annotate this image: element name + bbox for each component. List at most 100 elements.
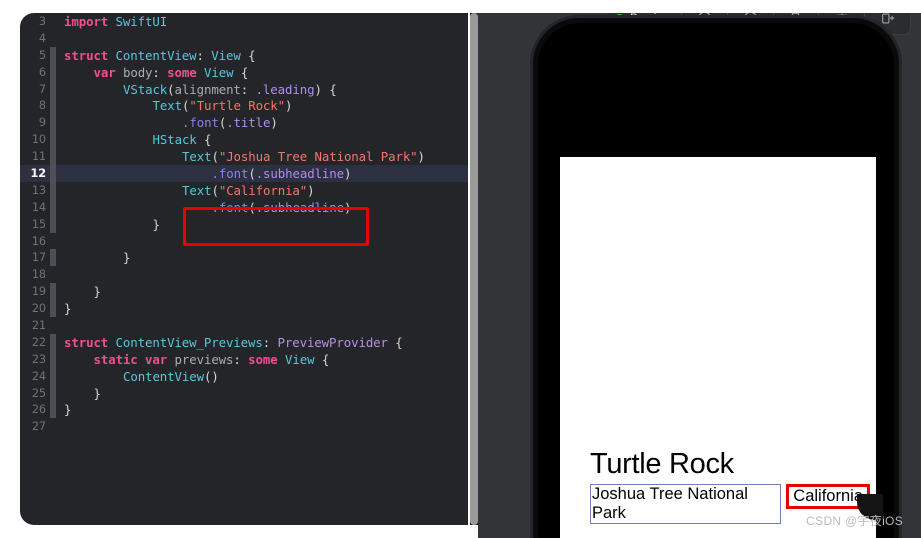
code-fold-ribbon[interactable] bbox=[50, 63, 56, 81]
line-number: 9 bbox=[38, 116, 46, 130]
code-line-text: VStack(alignment: .leading) { bbox=[123, 81, 337, 97]
code-fold-ribbon[interactable] bbox=[50, 350, 56, 368]
watermark-label: CSDN @宇夜iOS bbox=[806, 514, 903, 528]
code-line[interactable]: 4 bbox=[20, 30, 468, 47]
line-number: 12 bbox=[30, 166, 46, 180]
code-line-text: } bbox=[93, 284, 101, 300]
code-lines-container[interactable]: 3 import SwiftUI 4 5 struct ContentView: Vie… bbox=[20, 13, 468, 435]
line-number: 14 bbox=[31, 200, 46, 214]
code-line-text: .font(.title) bbox=[182, 115, 278, 131]
code-fold-ribbon[interactable] bbox=[50, 384, 56, 402]
code-line[interactable]: 27 bbox=[20, 418, 468, 435]
code-line-text: } bbox=[64, 301, 72, 317]
code-line-text: Text("California") bbox=[182, 182, 315, 198]
code-line-text: Text("Turtle Rock") bbox=[152, 98, 293, 114]
device-preview-frame[interactable]: Turtle Rock Joshua Tree National Park Ca… bbox=[533, 18, 899, 538]
editor-vertical-scrollbar[interactable] bbox=[470, 13, 478, 525]
code-line-text: } bbox=[64, 402, 72, 418]
code-fold-ribbon[interactable] bbox=[50, 215, 56, 233]
code-fold-ribbon[interactable] bbox=[50, 46, 56, 64]
code-line-text: struct ContentView: View { bbox=[64, 47, 256, 63]
line-number: 7 bbox=[38, 82, 46, 96]
code-fold-ribbon[interactable] bbox=[50, 300, 56, 318]
code-line[interactable]: 14 .font(.subheadline) bbox=[20, 198, 468, 216]
code-fold-ribbon[interactable] bbox=[50, 283, 56, 301]
code-line[interactable]: 15 } bbox=[20, 215, 468, 233]
code-line-text: var body: some View { bbox=[93, 64, 249, 80]
code-fold-ribbon[interactable] bbox=[50, 401, 56, 419]
device-bezel: Turtle Rock Joshua Tree National Park Ca… bbox=[538, 23, 894, 538]
code-fold-ribbon[interactable] bbox=[50, 266, 56, 283]
code-line[interactable]: 23 static var previews: some View { bbox=[20, 350, 468, 368]
code-line[interactable]: 25 } bbox=[20, 384, 468, 402]
code-line-text: static var previews: some View { bbox=[93, 351, 330, 367]
line-number: 16 bbox=[31, 234, 46, 248]
code-fold-ribbon[interactable] bbox=[50, 114, 56, 132]
code-fold-ribbon[interactable] bbox=[50, 131, 56, 149]
code-fold-ribbon[interactable] bbox=[50, 80, 56, 98]
line-number: 4 bbox=[38, 31, 46, 45]
code-line-text: .font(.subheadline) bbox=[211, 199, 352, 215]
code-line[interactable]: 3 import SwiftUI bbox=[20, 13, 468, 30]
line-number: 23 bbox=[31, 352, 46, 366]
line-number: 25 bbox=[31, 386, 46, 400]
line-number: 24 bbox=[31, 369, 46, 383]
code-line[interactable]: 22 struct ContentView_Previews: PreviewPr… bbox=[20, 333, 468, 351]
code-fold-ribbon[interactable] bbox=[50, 164, 56, 182]
code-line[interactable]: 17 } bbox=[20, 249, 468, 267]
code-line[interactable]: 5 struct ContentView: View { bbox=[20, 46, 468, 64]
line-number: 20 bbox=[31, 302, 46, 316]
code-line[interactable]: 19 } bbox=[20, 283, 468, 301]
code-line-text: .font(.subheadline) bbox=[211, 165, 352, 181]
preview-subtitle-park: Joshua Tree National Park bbox=[590, 484, 782, 524]
code-fold-ribbon[interactable] bbox=[50, 249, 56, 267]
code-line[interactable]: 21 bbox=[20, 317, 468, 334]
line-number: 5 bbox=[38, 48, 46, 62]
preview-canvas[interactable]: Preview bbox=[478, 13, 921, 538]
code-line[interactable]: 13 Text("California") bbox=[20, 181, 468, 199]
code-fold-ribbon[interactable] bbox=[50, 198, 56, 216]
line-number: 18 bbox=[31, 268, 46, 282]
code-fold-ribbon[interactable] bbox=[50, 30, 56, 47]
code-line[interactable]: 10 HStack { bbox=[20, 131, 468, 149]
code-fold-ribbon[interactable] bbox=[50, 97, 56, 115]
code-fold-ribbon[interactable] bbox=[50, 181, 56, 199]
code-fold-ribbon[interactable] bbox=[50, 418, 56, 435]
code-editor-pane[interactable]: 3 import SwiftUI 4 5 struct ContentView: Vie… bbox=[20, 13, 468, 525]
code-fold-ribbon[interactable] bbox=[50, 13, 56, 30]
code-line-text: } bbox=[152, 216, 160, 232]
scrollbar-thumb[interactable] bbox=[470, 13, 478, 525]
code-line[interactable]: 26} bbox=[20, 401, 468, 419]
line-number: 6 bbox=[38, 65, 46, 79]
line-number: 15 bbox=[31, 217, 46, 231]
device-screen[interactable]: Turtle Rock Joshua Tree National Park Ca… bbox=[560, 157, 876, 538]
code-line[interactable]: 6 var body: some View { bbox=[20, 63, 468, 81]
line-number: 17 bbox=[31, 251, 46, 265]
code-fold-ribbon[interactable] bbox=[50, 233, 56, 250]
code-fold-ribbon[interactable] bbox=[50, 317, 56, 334]
code-line[interactable]: 8 Text("Turtle Rock") bbox=[20, 97, 468, 115]
code-line[interactable]: 11 Text("Joshua Tree National Park") bbox=[20, 148, 468, 166]
code-line-text: HStack { bbox=[152, 132, 212, 148]
code-line[interactable]: 24 ContentView() bbox=[20, 367, 468, 385]
code-line[interactable]: 9 .font(.title) bbox=[20, 114, 468, 132]
code-line[interactable]: 18 bbox=[20, 266, 468, 283]
code-fold-ribbon[interactable] bbox=[50, 148, 56, 166]
code-line-text: } bbox=[123, 250, 131, 266]
line-number: 8 bbox=[38, 99, 46, 113]
line-number: 3 bbox=[38, 14, 46, 28]
line-number: 11 bbox=[31, 150, 46, 164]
code-line[interactable]: 20} bbox=[20, 300, 468, 318]
code-line-text: import SwiftUI bbox=[64, 13, 168, 29]
line-number: 13 bbox=[31, 183, 46, 197]
preview-subtitle-state: California bbox=[793, 487, 863, 505]
code-line[interactable]: 7 VStack(alignment: .leading) { bbox=[20, 80, 468, 98]
code-line[interactable]: 12 .font(.subheadline) bbox=[20, 164, 468, 182]
code-line-text: ContentView() bbox=[123, 368, 219, 384]
add-device-icon bbox=[881, 13, 894, 24]
code-fold-ribbon[interactable] bbox=[50, 333, 56, 351]
code-fold-ribbon[interactable] bbox=[50, 367, 56, 385]
code-line[interactable]: 16 bbox=[20, 233, 468, 250]
line-number: 26 bbox=[31, 403, 46, 417]
code-line-text: Text("Joshua Tree National Park") bbox=[182, 149, 425, 165]
